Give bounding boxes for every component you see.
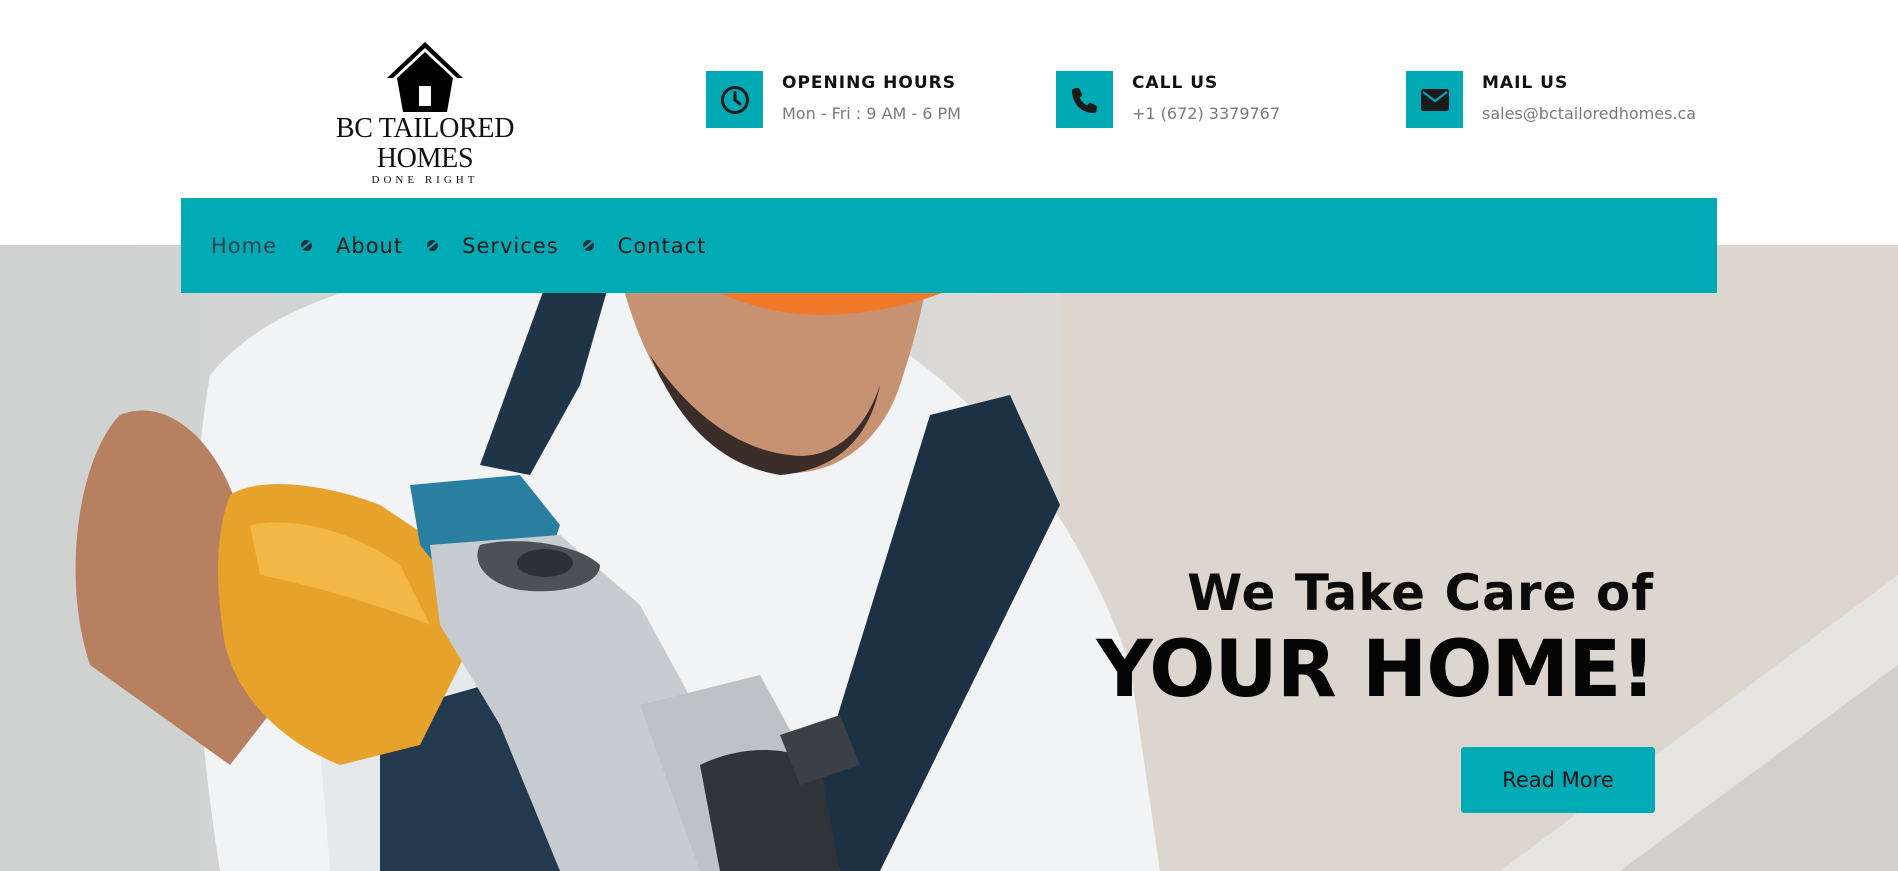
main-nav: Home About Services Contact	[181, 198, 1717, 293]
nav-separator-icon	[301, 240, 313, 251]
mail-us-block: MAIL US sales@bctailoredhomes.ca	[1406, 71, 1696, 129]
nav-home[interactable]: Home	[211, 234, 277, 258]
hero-subtitle: We Take Care of	[1187, 564, 1654, 622]
nav-separator-icon	[582, 240, 594, 251]
clock-icon	[706, 71, 763, 128]
nav-about[interactable]: About	[336, 234, 403, 258]
phone-icon[interactable]	[1056, 71, 1113, 128]
envelope-icon[interactable]	[1406, 71, 1463, 128]
phone-number[interactable]: +1 (672) 3379767	[1132, 104, 1280, 124]
nav-contact[interactable]: Contact	[618, 234, 707, 258]
mail-us-title: MAIL US	[1482, 73, 1569, 93]
call-us-title: CALL US	[1132, 73, 1219, 93]
nav-separator-icon	[427, 240, 439, 251]
logo[interactable]: BC TAILORED HOMES DONE RIGHT	[286, 40, 564, 186]
opening-hours-title: OPENING HOURS	[782, 73, 956, 93]
hero-title: YOUR HOME!	[1096, 625, 1656, 715]
opening-hours-block: OPENING HOURS Mon - Fri : 9 AM - 6 PM	[706, 71, 961, 129]
brand-tagline: DONE RIGHT	[371, 174, 479, 186]
house-icon	[387, 42, 463, 112]
email-address[interactable]: sales@bctailoredhomes.ca	[1482, 104, 1696, 124]
brand-name: BC TAILORED HOMES	[335, 113, 515, 174]
read-more-button[interactable]: Read More	[1461, 747, 1655, 813]
opening-hours-value: Mon - Fri : 9 AM - 6 PM	[782, 104, 961, 123]
call-us-block: CALL US +1 (672) 3379767	[1056, 71, 1280, 129]
nav-services[interactable]: Services	[462, 234, 559, 258]
